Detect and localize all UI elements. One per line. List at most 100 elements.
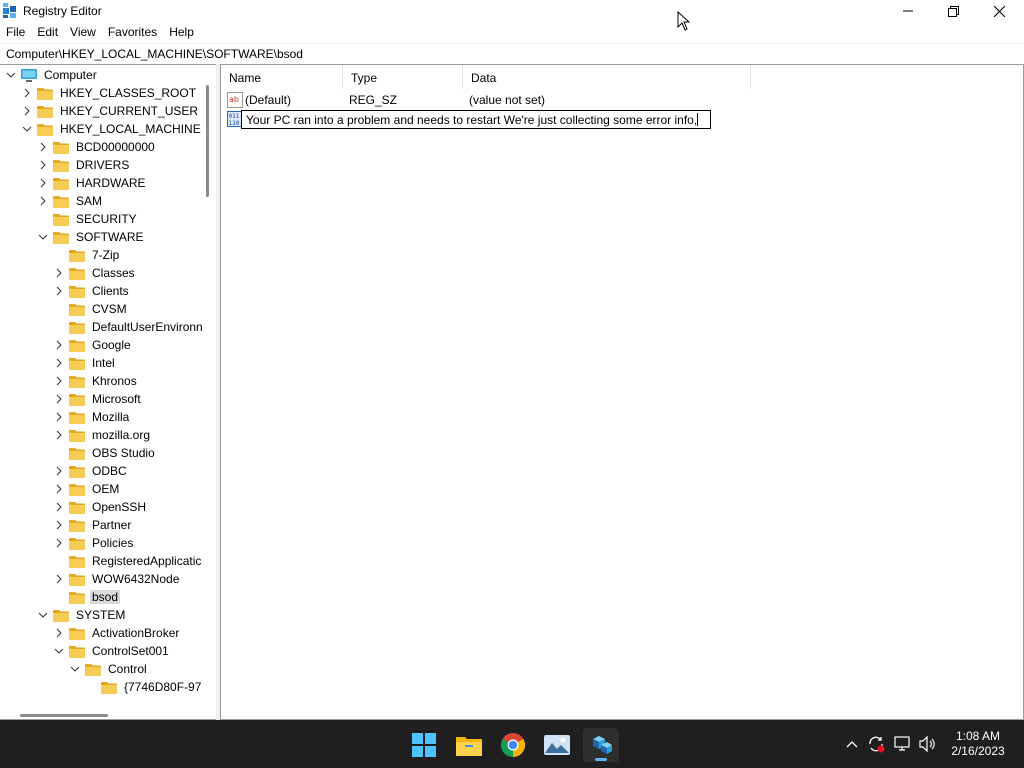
tree-item[interactable]: 7-Zip xyxy=(54,246,121,264)
clock[interactable]: 1:08 AM 2/16/2023 xyxy=(943,729,1013,759)
restore-button[interactable] xyxy=(930,0,976,22)
tree-item[interactable]: BCD00000000 xyxy=(38,138,157,156)
tree-item[interactable]: RegisteredApplicatic xyxy=(54,552,203,570)
tree-item[interactable]: Classes xyxy=(54,264,137,282)
tree-item[interactable]: OBS Studio xyxy=(54,444,157,462)
tree-item[interactable]: ActivationBroker xyxy=(54,624,181,642)
chevron-right-icon[interactable] xyxy=(54,412,64,422)
rename-value-input[interactable]: Your PC ran into a problem and needs to … xyxy=(241,110,711,129)
tree-item[interactable]: {7746D80F-97E xyxy=(86,678,211,696)
folder-icon xyxy=(69,249,85,262)
tree-vertical-scrollbar[interactable] xyxy=(202,65,216,707)
chevron-right-icon[interactable] xyxy=(38,160,48,170)
title-bar[interactable]: Registry Editor xyxy=(0,0,1024,22)
scrollbar-thumb[interactable] xyxy=(206,85,209,197)
chevron-right-icon[interactable] xyxy=(54,538,64,548)
tree-item[interactable]: SOFTWARE xyxy=(38,228,146,246)
chevron-right-icon[interactable] xyxy=(54,430,64,440)
chevron-right-icon[interactable] xyxy=(54,340,64,350)
chevron-right-icon[interactable] xyxy=(54,574,64,584)
chevron-right-icon[interactable] xyxy=(38,196,48,206)
chevron-right-icon[interactable] xyxy=(54,502,64,512)
tree-item[interactable]: ODBC xyxy=(54,462,129,480)
values-list[interactable]: Name Type Data ab (Default) REG_SZ (valu… xyxy=(220,64,1024,720)
chevron-right-icon[interactable] xyxy=(54,484,64,494)
tree-item[interactable]: Policies xyxy=(54,534,135,552)
address-bar[interactable]: Computer\HKEY_LOCAL_MACHINE\SOFTWARE\bso… xyxy=(0,43,1024,63)
key-tree-pane[interactable]: Computer HKEY_CLASSES_ROOT HKEY_CURRENT_U… xyxy=(0,64,216,720)
chevron-right-icon[interactable] xyxy=(54,358,64,368)
tree-item[interactable]: WOW6432Node xyxy=(54,570,181,588)
minimize-button[interactable] xyxy=(885,0,931,22)
show-hidden-icons-button[interactable] xyxy=(842,734,862,754)
folder-icon xyxy=(69,537,85,550)
chevron-down-icon[interactable] xyxy=(70,664,80,674)
chevron-right-icon[interactable] xyxy=(54,466,64,476)
tree-item[interactable]: HKEY_LOCAL_MACHINE xyxy=(22,120,203,138)
chevron-down-icon[interactable] xyxy=(54,646,64,656)
chevron-right-icon[interactable] xyxy=(54,286,64,296)
photos-button[interactable] xyxy=(539,728,575,762)
column-header-name[interactable]: Name xyxy=(221,65,343,89)
tree-item-label: bsod xyxy=(90,590,121,604)
column-header-data[interactable]: Data xyxy=(463,65,751,89)
tree-item[interactable]: HARDWARE xyxy=(38,174,148,192)
column-header-type[interactable]: Type xyxy=(343,65,463,89)
chevron-right-icon[interactable] xyxy=(22,106,32,116)
menu-favorites[interactable]: Favorites xyxy=(102,22,163,42)
volume-button[interactable] xyxy=(918,734,938,754)
tree-item[interactable]: Intel xyxy=(54,354,117,372)
tree-item[interactable]: DefaultUserEnvironn xyxy=(54,318,205,336)
chevron-right-icon[interactable] xyxy=(54,520,64,530)
menu-file[interactable]: File xyxy=(0,22,31,42)
tree-item[interactable]: DRIVERS xyxy=(38,156,131,174)
value-row[interactable]: ab (Default) REG_SZ (value not set) xyxy=(221,91,1001,109)
active-app-indicator xyxy=(595,758,607,761)
tree-item[interactable]: Partner xyxy=(54,516,133,534)
tree-item[interactable]: SAM xyxy=(38,192,104,210)
tree-item[interactable]: OEM xyxy=(54,480,121,498)
tree-item-computer[interactable]: Computer xyxy=(6,66,99,84)
menu-help[interactable]: Help xyxy=(163,22,200,42)
chevron-right-icon[interactable] xyxy=(54,628,64,638)
tree-item-label: Microsoft xyxy=(92,392,141,406)
tree-item[interactable]: Khronos xyxy=(54,372,139,390)
chevron-down-icon[interactable] xyxy=(6,70,16,80)
tree-item[interactable]: Microsoft xyxy=(54,390,143,408)
chevron-down-icon[interactable] xyxy=(22,124,32,134)
tree-item[interactable]: Mozilla xyxy=(54,408,131,426)
scrollbar-thumb[interactable] xyxy=(20,714,108,717)
chevron-down-icon[interactable] xyxy=(38,610,48,620)
tree-item[interactable]: ControlSet001 xyxy=(54,642,171,660)
sync-status-button[interactable] xyxy=(866,734,886,754)
tree-item[interactable]: HKEY_CLASSES_ROOT xyxy=(22,84,198,102)
tree-item[interactable]: Control xyxy=(70,660,149,678)
tree-item[interactable]: HKEY_CURRENT_USER xyxy=(22,102,200,120)
network-button[interactable] xyxy=(893,734,913,754)
chrome-button[interactable] xyxy=(495,728,531,762)
close-button[interactable] xyxy=(976,0,1022,22)
start-button[interactable] xyxy=(406,728,442,762)
chevron-right-icon[interactable] xyxy=(54,376,64,386)
folder-icon xyxy=(53,231,69,244)
file-explorer-button[interactable] xyxy=(451,728,487,762)
chevron-right-icon[interactable] xyxy=(22,88,32,98)
tree-item[interactable]: Google xyxy=(54,336,133,354)
tree-item[interactable]: bsod xyxy=(54,588,121,606)
tree-item[interactable]: OpenSSH xyxy=(54,498,148,516)
menu-edit[interactable]: Edit xyxy=(31,22,64,42)
chevron-down-icon[interactable] xyxy=(38,232,48,242)
tree-horizontal-scrollbar[interactable] xyxy=(0,707,216,719)
chevron-right-icon[interactable] xyxy=(38,142,48,152)
registry-editor-icon xyxy=(593,736,612,754)
registry-editor-taskbar-button[interactable] xyxy=(583,728,619,762)
tree-item[interactable]: mozilla.org xyxy=(54,426,152,444)
menu-view[interactable]: View xyxy=(64,22,102,42)
chevron-right-icon[interactable] xyxy=(54,268,64,278)
chevron-right-icon[interactable] xyxy=(38,178,48,188)
chevron-right-icon[interactable] xyxy=(54,394,64,404)
tree-item[interactable]: CVSM xyxy=(54,300,129,318)
tree-item[interactable]: SECURITY xyxy=(38,210,139,228)
tree-item[interactable]: SYSTEM xyxy=(38,606,127,624)
tree-item[interactable]: Clients xyxy=(54,282,131,300)
